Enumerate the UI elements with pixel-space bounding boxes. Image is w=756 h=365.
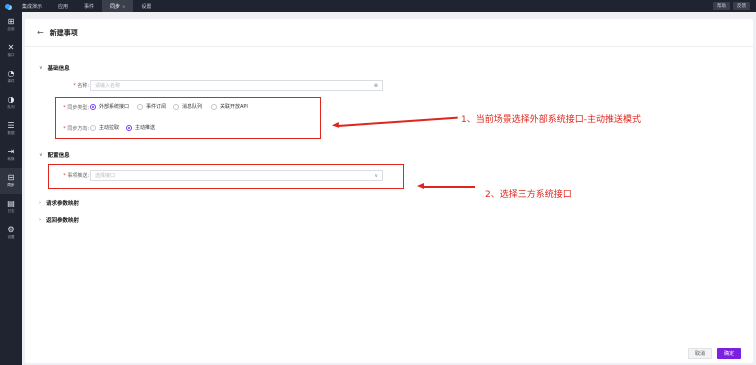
nav-item-data[interactable]: ☰ 数据 <box>0 116 22 142</box>
section-response-mapping[interactable]: › 返回参数映射 <box>39 216 79 224</box>
tab-integration-demo[interactable]: 集成演示 <box>14 0 50 12</box>
main-panel: ← 新建事项 ∨ 基础信息 * 名称: 请输入名称 ⊗ * 同步类型: 外部系统… <box>25 19 753 363</box>
chevron-down-icon: ∨ <box>39 65 43 71</box>
login-icon: ⇥ <box>7 147 15 156</box>
chevron-right-icon: › <box>39 200 41 206</box>
option-label: 主动拉取 <box>99 125 120 131</box>
section-request-mapping[interactable]: › 请求参数映射 <box>39 199 79 207</box>
radio-icon <box>90 124 96 131</box>
tab-label: 设置 <box>141 3 152 10</box>
nav-label: 接口 <box>7 53 15 57</box>
radio-icon <box>211 103 217 110</box>
select-placeholder: 选择接口 <box>95 173 116 179</box>
nav-label: 事件 <box>7 79 15 83</box>
radio-icon <box>173 103 179 110</box>
name-label: * 名称: <box>73 83 89 89</box>
tab-apps[interactable]: 应用 <box>50 0 76 12</box>
left-nav: ⊞ 应用 ✕ 接口 ◔ 事件 ◑ 队列 ☰ 数据 ⇥ 转换 ⊟ 同步 ▤ 日志 ⚙ 设置 <box>0 12 22 365</box>
sync-direction-label: * 同步方向: <box>63 126 89 132</box>
back-arrow-icon[interactable]: ← <box>37 28 44 37</box>
nav-label: 数据 <box>7 131 15 135</box>
confirm-button[interactable]: 确定 <box>717 348 741 359</box>
option-label: 事件订阅 <box>146 104 167 110</box>
nav-item-sync[interactable]: ⊟ 同步 <box>0 168 22 194</box>
name-placeholder: 请输入名称 <box>95 83 121 89</box>
sync-type-label: * 同步类型: <box>63 105 89 111</box>
nav-label: 同步 <box>7 183 15 187</box>
tab-events[interactable]: 事件 <box>76 0 102 12</box>
nav-item-queue[interactable]: ◑ 队列 <box>0 90 22 116</box>
radio-selected-icon <box>90 103 96 110</box>
annotation-arrow-1 <box>337 116 458 127</box>
section-title: 请求参数映射 <box>46 201 80 207</box>
nav-item-interface[interactable]: ✕ 接口 <box>0 38 22 64</box>
tab-label: 应用 <box>58 3 69 10</box>
annotation-text-2: 2、选择三方系统接口 <box>485 190 572 200</box>
option-label: 主动推送 <box>135 125 156 131</box>
close-icon[interactable]: × <box>122 4 125 9</box>
nav-item-events[interactable]: ◔ 事件 <box>0 64 22 90</box>
annotation-arrow-2 <box>417 183 475 189</box>
logo-icon <box>4 3 10 9</box>
tab-settings[interactable]: 设置 <box>133 0 159 12</box>
chevron-right-icon: › <box>39 217 41 223</box>
nav-label: 队列 <box>7 105 15 109</box>
cross-icon: ✕ <box>7 43 15 52</box>
feedback-button[interactable]: 反馈 <box>733 2 750 10</box>
event-push-label: * 事项推送: <box>63 173 89 179</box>
database-icon: ⊟ <box>7 173 15 182</box>
radio-icon <box>137 103 143 110</box>
radio-open-api[interactable]: 关联开放API <box>211 103 248 110</box>
nav-item-logs[interactable]: ▤ 日志 <box>0 194 22 220</box>
radio-active-pull[interactable]: 主动拉取 <box>90 124 119 131</box>
section-config-info[interactable]: ∨ 配置信息 <box>39 151 70 159</box>
help-button[interactable]: 帮助 <box>713 2 730 10</box>
interface-select[interactable]: 选择接口 ∨ <box>90 170 383 181</box>
clock-icon: ◔ <box>7 69 15 78</box>
page-header: ← 新建事项 <box>25 19 753 47</box>
document-icon: ▤ <box>7 199 15 208</box>
nav-item-settings[interactable]: ⚙ 设置 <box>0 220 22 246</box>
app-logo <box>0 0 14 12</box>
radio-active-push[interactable]: 主动推送 <box>126 124 155 131</box>
section-title: 基础信息 <box>47 66 70 72</box>
radio-selected-icon <box>126 124 132 131</box>
radio-event-subscription[interactable]: 事件订阅 <box>137 103 166 110</box>
cancel-button[interactable]: 取消 <box>688 348 712 359</box>
section-basic-info[interactable]: ∨ 基础信息 <box>39 64 70 72</box>
nav-item-transform[interactable]: ⇥ 转换 <box>0 142 22 168</box>
annotation-text-1: 1、当前场景选择外部系统接口-主动推送模式 <box>461 115 641 125</box>
nav-label: 设置 <box>7 235 15 239</box>
nav-label: 应用 <box>7 27 15 31</box>
grid-icon: ⊞ <box>7 17 15 26</box>
page-title: 新建事项 <box>49 28 78 37</box>
circle-icon: ◑ <box>7 95 15 104</box>
tab-sync[interactable]: 同步 × <box>102 0 134 12</box>
tab-label: 事件 <box>84 3 95 10</box>
chevron-down-icon: ∨ <box>374 172 378 179</box>
nav-label: 转换 <box>7 157 15 161</box>
tab-label: 同步 <box>110 3 121 10</box>
nav-item-apps[interactable]: ⊞ 应用 <box>0 12 22 38</box>
radio-message-queue[interactable]: 消息队列 <box>173 103 202 110</box>
name-input[interactable]: 请输入名称 ⊗ <box>90 80 383 91</box>
list-icon: ☰ <box>7 121 15 130</box>
top-bar: 集成演示 应用 事件 同步 × 设置 帮助 反馈 <box>0 0 756 12</box>
gear-icon: ⚙ <box>7 225 15 234</box>
option-label: 关联开放API <box>220 104 248 110</box>
section-title: 返回参数映射 <box>46 218 80 224</box>
radio-external-interface[interactable]: 外部系统接口 <box>90 103 129 110</box>
chevron-down-icon: ∨ <box>39 152 43 158</box>
tab-label: 集成演示 <box>22 3 43 10</box>
section-title: 配置信息 <box>47 153 70 159</box>
clear-icon[interactable]: ⊗ <box>374 83 378 89</box>
option-label: 外部系统接口 <box>99 104 130 110</box>
nav-label: 日志 <box>7 209 15 213</box>
option-label: 消息队列 <box>182 104 203 110</box>
